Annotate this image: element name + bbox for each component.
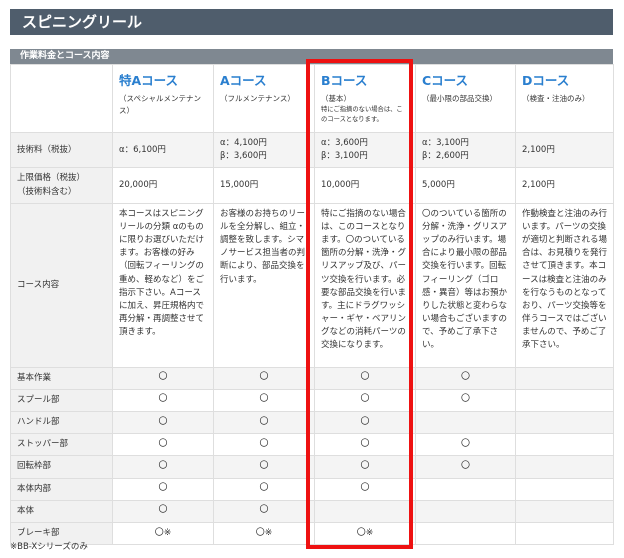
item-mark: 〇※	[213, 521, 315, 546]
course-content-cell: 〇のついている箇所の分解・洗浄・グリスアップのみ行います。場合により最小限の部品…	[415, 202, 516, 368]
item-mark: 〇	[213, 499, 315, 523]
course-content-cell: 作動検査と注油のみ行います。パーツの交換が適切と判断される場合は、お見積りを発行…	[515, 202, 614, 368]
price-course-table: 特Aコース （スペシャルメンテナンス） Aコース （フルメンテナンス） Bコース…	[10, 64, 614, 546]
item-mark: 〇	[112, 366, 214, 390]
page-title: スピニングリール	[10, 9, 613, 35]
course-content-cell: 本コースはスピニングリールの分類 αのものに限りお選びいただけます。お客様の好み…	[112, 202, 214, 368]
fee-cell: α：3,600円 β：3,100円	[314, 131, 416, 169]
item-mark: 〇	[314, 388, 416, 413]
item-row: スプール部 〇 〇 〇 〇	[10, 388, 614, 413]
max-price-cell: 5,000円	[415, 167, 516, 204]
item-row: 基本作業 〇 〇 〇 〇	[10, 366, 614, 390]
item-mark	[515, 411, 614, 435]
course-sub: （検査・注油のみ）	[522, 94, 590, 104]
course-content-cell: お客様のお持ちのリールを全分解し、組立・調整を致します。シマノサービス担当者の判…	[213, 202, 315, 368]
item-mark: 〇	[314, 411, 416, 435]
item-mark	[415, 477, 516, 501]
item-mark: 〇	[415, 433, 516, 457]
item-mark	[515, 477, 614, 501]
item-mark	[415, 521, 516, 546]
item-row: 本体内部 〇 〇 〇	[10, 477, 614, 501]
item-label: ストッパー部	[10, 433, 113, 457]
course-note: 特にご指摘のない場合は、このコースとなります。	[321, 105, 403, 123]
item-label: ハンドル部	[10, 411, 113, 435]
course-name: Bコース	[321, 73, 368, 88]
fee-label: 技術料（税抜）	[10, 131, 113, 169]
section-header: 作業料金とコース内容	[10, 49, 613, 64]
header-blank	[10, 64, 113, 133]
item-mark	[515, 388, 614, 413]
item-mark: 〇※	[112, 521, 214, 546]
item-label: 本体	[10, 499, 113, 523]
fee-cell: 2,100円	[515, 131, 614, 169]
item-mark: 〇※	[314, 521, 416, 546]
item-mark	[515, 521, 614, 546]
course-sub: （スペシャルメンテナンス）	[119, 94, 201, 115]
item-mark: 〇	[112, 411, 214, 435]
item-row: ブレーキ部 〇※ 〇※ 〇※	[10, 521, 614, 546]
fee-cell: α：6,100円	[112, 131, 214, 169]
course-name: Dコース	[522, 73, 570, 88]
item-mark	[515, 433, 614, 457]
course-name: 特Aコース	[119, 73, 179, 88]
footnote: ※BB-Xシリーズのみ	[10, 542, 88, 552]
item-mark: 〇	[213, 366, 315, 390]
item-label: スプール部	[10, 388, 113, 413]
item-row: 本体 〇 〇	[10, 499, 614, 523]
item-mark	[515, 499, 614, 523]
course-name: Aコース	[220, 73, 267, 88]
item-mark: 〇	[213, 433, 315, 457]
course-name: Cコース	[422, 73, 469, 88]
course-sub: （フルメンテナンス）	[220, 94, 295, 104]
max-price-cell: 20,000円	[112, 167, 214, 204]
item-mark: 〇	[415, 388, 516, 413]
item-row: ストッパー部 〇 〇 〇 〇	[10, 433, 614, 457]
max-price-row: 上限価格（税抜） （技術料含む） 20,000円 15,000円 10,000円…	[10, 167, 614, 204]
item-mark: 〇	[112, 477, 214, 501]
item-mark: 〇	[415, 455, 516, 479]
item-mark: 〇	[112, 388, 214, 413]
item-mark: 〇	[213, 388, 315, 413]
item-mark: 〇	[112, 499, 214, 523]
fee-cell: α：4,100円 β：3,600円	[213, 131, 315, 169]
item-mark: 〇	[314, 433, 416, 457]
max-price-label: 上限価格（税抜） （技術料含む）	[10, 167, 113, 204]
item-mark	[415, 499, 516, 523]
item-mark: 〇	[314, 455, 416, 479]
item-mark	[515, 455, 614, 479]
max-price-cell: 15,000円	[213, 167, 315, 204]
item-mark: 〇	[112, 433, 214, 457]
item-mark: 〇	[112, 455, 214, 479]
item-label: 回転枠部	[10, 455, 113, 479]
course-sub: （基本）	[321, 94, 351, 104]
item-row: 回転枠部 〇 〇 〇 〇	[10, 455, 614, 479]
course-header-toku-a: 特Aコース （スペシャルメンテナンス）	[112, 64, 214, 133]
item-row: ハンドル部 〇 〇 〇	[10, 411, 614, 435]
item-mark: 〇	[213, 411, 315, 435]
max-price-cell: 2,100円	[515, 167, 614, 204]
item-mark: 〇	[314, 477, 416, 501]
course-content-cell: 特にご指摘のない場合は、このコースとなります。〇のついている箇所の分解・洗浄・グ…	[314, 202, 416, 368]
item-mark	[515, 366, 614, 390]
item-mark	[415, 411, 516, 435]
course-header-d: Dコース （検査・注油のみ）	[515, 64, 614, 133]
fee-cell: α：3,100円 β：2,600円	[415, 131, 516, 169]
course-header-b: Bコース （基本） 特にご指摘のない場合は、このコースとなります。	[314, 64, 416, 133]
course-content-row: コース内容 本コースはスピニングリールの分類 αのものに限りお選びいただけます。…	[10, 202, 614, 368]
course-header-row: 特Aコース （スペシャルメンテナンス） Aコース （フルメンテナンス） Bコース…	[10, 64, 614, 133]
course-content-label: コース内容	[10, 202, 113, 368]
item-mark: 〇	[314, 366, 416, 390]
item-label: 本体内部	[10, 477, 113, 501]
item-label: 基本作業	[10, 366, 113, 390]
course-header-a: Aコース （フルメンテナンス）	[213, 64, 315, 133]
item-mark: 〇	[213, 455, 315, 479]
item-mark: 〇	[213, 477, 315, 501]
course-sub: （最小限の部品交換）	[422, 94, 497, 104]
max-price-cell: 10,000円	[314, 167, 416, 204]
item-mark	[314, 499, 416, 523]
fee-row: 技術料（税抜） α：6,100円 α：4,100円 β：3,600円 α：3,6…	[10, 131, 614, 169]
item-mark: 〇	[415, 366, 516, 390]
course-header-c: Cコース （最小限の部品交換）	[415, 64, 516, 133]
